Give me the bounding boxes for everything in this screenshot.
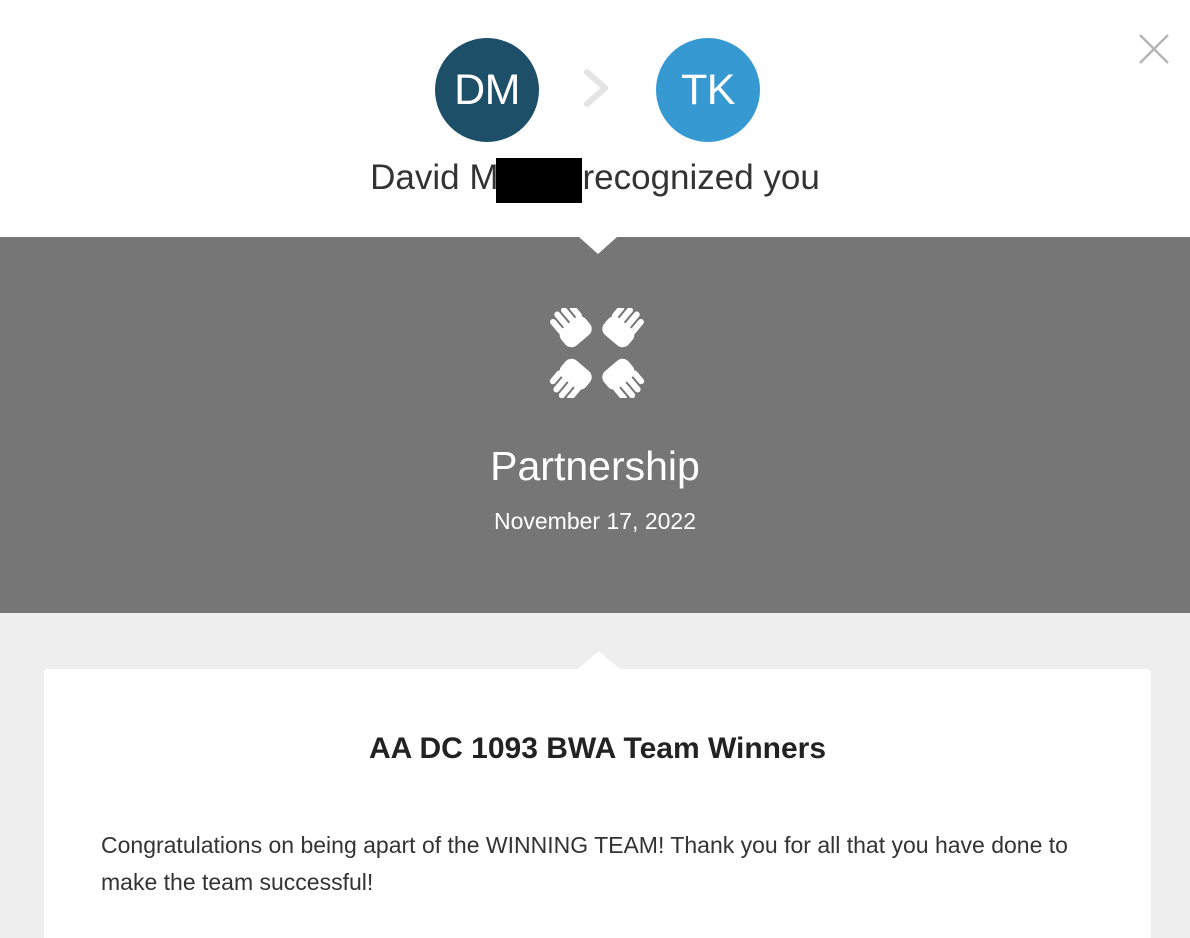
sender-initials: DM <box>454 66 520 114</box>
sender-name: David M <box>370 158 499 197</box>
message-card: AA DC 1093 BWA Team Winners Congratulati… <box>44 669 1151 938</box>
partnership-hands-icon <box>549 308 645 398</box>
recognition-statement: David M recognized you <box>0 156 1190 203</box>
sender-avatar: DM <box>435 38 539 142</box>
close-button[interactable] <box>1133 28 1175 70</box>
recognition-modal: DM TK David M recognized you Partnership … <box>0 0 1190 938</box>
recognized-text: recognized you <box>582 158 820 197</box>
close-icon[interactable] <box>1133 28 1175 70</box>
recipient-avatar: TK <box>656 38 760 142</box>
message-section: AA DC 1093 BWA Team Winners Congratulati… <box>0 613 1190 938</box>
value-title: Partnership <box>490 443 700 489</box>
redacted-surname-block <box>496 158 583 203</box>
recipient-initials: TK <box>681 66 735 114</box>
recognition-header: DM TK David M recognized you <box>0 0 1190 237</box>
recognition-value-band: Partnership November 17, 2022 <box>0 237 1190 613</box>
card-pointer <box>578 651 620 669</box>
message-body: Congratulations on being apart of the WI… <box>101 832 1068 895</box>
band-pointer <box>579 237 617 254</box>
chevron-right-icon <box>584 69 608 107</box>
message-title: AA DC 1093 BWA Team Winners <box>368 732 827 765</box>
recognition-date: November 17, 2022 <box>493 508 696 534</box>
